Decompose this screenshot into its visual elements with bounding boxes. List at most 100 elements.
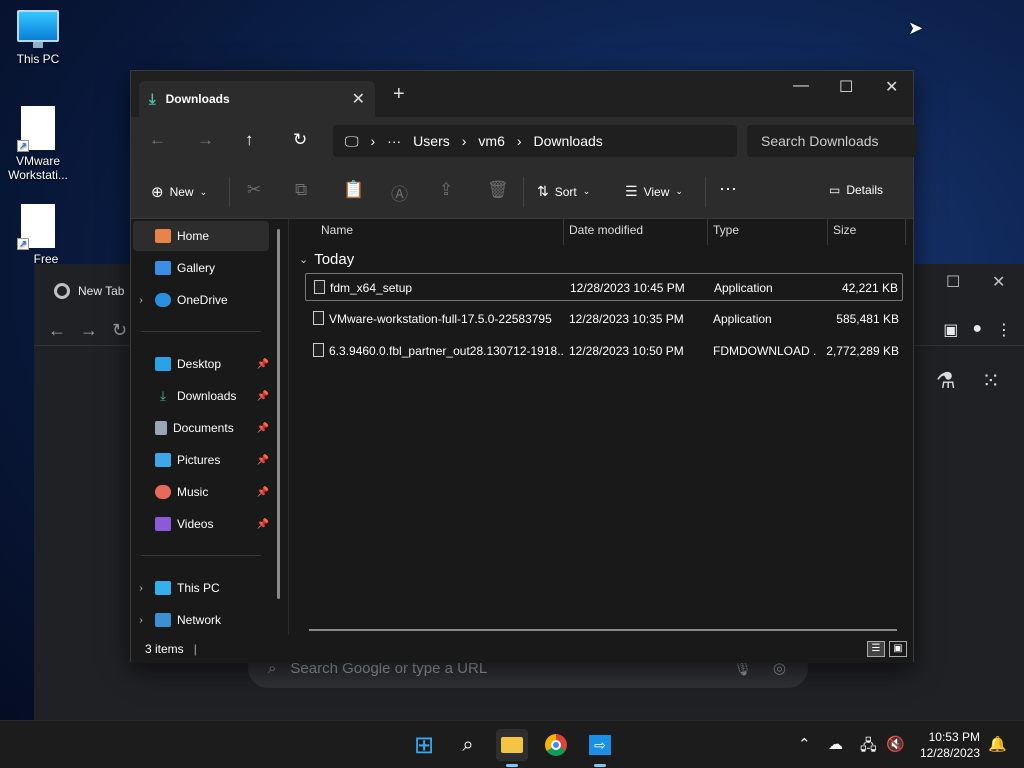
column-header-name[interactable]: Name	[321, 223, 353, 245]
nav-item-home[interactable]: Home	[133, 221, 269, 251]
cloud-icon	[155, 293, 171, 307]
forward-icon[interactable]: →	[197, 130, 214, 150]
refresh-icon[interactable]: ↻	[293, 130, 307, 150]
pin-icon[interactable]: 📌	[257, 519, 269, 530]
back-icon[interactable]: ←	[149, 130, 166, 150]
profile-icon[interactable]: ●	[972, 320, 982, 340]
onedrive-offline-icon[interactable]: ☁	[828, 735, 843, 753]
back-icon[interactable]: ←	[48, 320, 66, 341]
menu-kebab-icon[interactable]: ⋮	[996, 320, 1012, 340]
free-download-manager-icon[interactable]: ⇨	[584, 729, 616, 767]
breadcrumb-chevron-icon[interactable]: ›	[462, 133, 467, 149]
chevron-right-icon[interactable]: ›	[133, 295, 149, 306]
chrome-toolbar-right: ▣ ● ⋮	[943, 320, 1012, 340]
side-panel-icon[interactable]: ▣	[943, 320, 958, 340]
desktop-icon-this-pc[interactable]: This PC	[0, 10, 76, 66]
column-header-type[interactable]: Type	[713, 223, 739, 245]
desktop-icon-vmware[interactable]: ↗ VMware Workstati...	[0, 106, 76, 182]
pin-icon[interactable]: 📌	[257, 455, 269, 466]
horizontal-scrollbar[interactable]	[309, 629, 897, 631]
search-input[interactable]: Search Downloads	[747, 125, 917, 157]
nav-item-this-pc[interactable]: › This PC	[133, 573, 269, 603]
video-icon	[155, 517, 171, 531]
breadcrumb-chevron-icon[interactable]: ›	[517, 133, 522, 149]
clock[interactable]: 10:53 PM 12/28/2023	[920, 729, 980, 761]
clock-time: 10:53 PM	[928, 730, 980, 744]
chevron-up-icon[interactable]: ⌃	[798, 735, 811, 753]
column-divider[interactable]	[827, 219, 828, 245]
breadcrumb-overflow-icon[interactable]: ···	[387, 133, 401, 149]
chrome-taskbar-icon[interactable]	[540, 729, 572, 761]
network-icon[interactable]: 🖧	[860, 735, 877, 760]
chevron-right-icon[interactable]: ›	[133, 583, 149, 594]
share-icon[interactable]: ⇪	[439, 180, 453, 200]
nav-item-pictures[interactable]: Pictures 📌	[133, 445, 269, 475]
nav-item-downloads[interactable]: ⤓ Downloads 📌	[133, 381, 269, 411]
column-header-date[interactable]: Date modified	[569, 223, 643, 245]
nav-item-gallery[interactable]: Gallery	[133, 253, 269, 283]
copy-icon[interactable]: ⧉	[295, 180, 307, 200]
up-icon[interactable]: ↑	[245, 130, 254, 150]
column-divider[interactable]	[905, 219, 906, 245]
nav-item-network[interactable]: › Network	[133, 605, 269, 635]
nav-item-desktop[interactable]: Desktop 📌	[133, 349, 269, 379]
maximize-icon[interactable]: ☐	[839, 77, 853, 97]
file-explorer-taskbar-icon[interactable]	[496, 729, 528, 767]
breadcrumb-chevron-icon[interactable]: ›	[371, 133, 376, 149]
windows-start-icon[interactable]: ⊞	[408, 729, 440, 761]
volume-muted-icon[interactable]: 🔇	[886, 735, 905, 753]
large-icons-view-icon[interactable]: ▣	[889, 641, 907, 657]
maximize-icon[interactable]: ☐	[946, 272, 960, 292]
explorer-tab-downloads[interactable]: ⤓ Downloads ✕	[139, 81, 375, 117]
address-bar[interactable]: 🖵 › ··· Users › vm6 › Downloads	[333, 125, 737, 157]
nav-scrollbar[interactable]	[277, 229, 280, 599]
labs-flask-icon[interactable]: ⚗	[936, 368, 956, 394]
computer-icon	[155, 581, 171, 595]
pin-icon[interactable]: 📌	[257, 359, 269, 370]
rename-icon[interactable]: Ⓐ	[391, 180, 408, 205]
nav-item-documents[interactable]: Documents 📌	[133, 413, 269, 443]
nav-item-music[interactable]: Music 📌	[133, 477, 269, 507]
pin-icon[interactable]: 📌	[257, 391, 269, 402]
file-name: fdm_x64_setup	[330, 281, 413, 295]
group-header-today[interactable]: ⌄ Today	[299, 251, 354, 268]
divider	[141, 555, 261, 556]
nav-item-onedrive[interactable]: › OneDrive	[133, 285, 269, 315]
file-row[interactable]: fdm_x64_setup 12/28/2023 10:45 PM Applic…	[305, 273, 903, 301]
column-header-size[interactable]: Size	[833, 223, 856, 245]
reload-icon[interactable]: ↻	[112, 320, 127, 341]
breadcrumb-users[interactable]: Users	[413, 133, 450, 149]
breadcrumb-downloads[interactable]: Downloads	[534, 133, 603, 149]
network-icon	[155, 613, 171, 627]
column-divider[interactable]	[563, 219, 564, 245]
more-options-icon[interactable]: ···	[719, 178, 737, 199]
file-row[interactable]: 6.3.9460.0.fbl_partner_out28.130712-1918…	[305, 337, 903, 365]
nav-label: OneDrive	[177, 293, 228, 307]
sort-button[interactable]: ⇅ Sort ⌄	[537, 183, 590, 200]
new-button[interactable]: ⊕ New ⌄	[151, 183, 207, 201]
close-icon[interactable]: ✕	[992, 272, 1005, 292]
pin-icon[interactable]: 📌	[257, 487, 269, 498]
delete-icon[interactable]: 🗑	[487, 180, 509, 200]
cut-icon[interactable]: ✂	[247, 180, 261, 200]
breadcrumb-vm6[interactable]: vm6	[478, 133, 504, 149]
pin-icon[interactable]: 📌	[257, 423, 269, 434]
column-divider[interactable]	[707, 219, 708, 245]
details-view-icon[interactable]: ☰	[867, 641, 885, 657]
close-tab-icon[interactable]: ✕	[352, 89, 365, 109]
chevron-right-icon[interactable]: ›	[133, 615, 149, 626]
nav-label: Music	[177, 485, 209, 499]
paste-icon[interactable]: 📋	[343, 180, 364, 200]
search-icon[interactable]: ⌕	[452, 729, 484, 761]
nav-item-videos[interactable]: Videos 📌	[133, 509, 269, 539]
minimize-icon[interactable]: —	[793, 77, 809, 95]
forward-icon[interactable]: →	[80, 320, 98, 341]
view-button[interactable]: ☰ View ⌄	[625, 183, 683, 200]
file-row[interactable]: VMware-workstation-full-17.5.0-22583795 …	[305, 305, 903, 333]
sort-icon: ⇅	[537, 183, 549, 199]
new-tab-button[interactable]: +	[393, 83, 405, 106]
close-window-icon[interactable]: ✕	[885, 77, 898, 97]
apps-grid-icon[interactable]: ⁙	[982, 368, 1000, 394]
details-button[interactable]: ▭ Details	[829, 183, 883, 197]
notification-bell-icon[interactable]: 🔔	[988, 735, 1007, 753]
